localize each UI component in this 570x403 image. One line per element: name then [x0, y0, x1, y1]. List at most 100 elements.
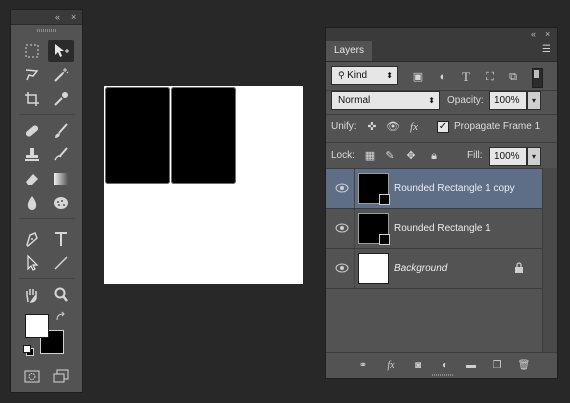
- type-filter-icon[interactable]: T: [459, 70, 473, 84]
- smart-object-filter-icon[interactable]: ⧉: [506, 70, 520, 84]
- stamp-icon: [25, 148, 39, 161]
- fill-input[interactable]: 100%: [489, 147, 527, 166]
- brush-tool[interactable]: [48, 120, 74, 142]
- close-button[interactable]: ×: [71, 11, 76, 23]
- lock-transparency-icon[interactable]: ▦: [363, 149, 377, 163]
- lock-pixels-icon[interactable]: ✎: [383, 149, 397, 163]
- pen-tool[interactable]: [19, 228, 45, 250]
- arrow-icon: [27, 254, 39, 271]
- eyedropper-icon: [54, 92, 68, 106]
- layer-row[interactable]: Background: [326, 249, 544, 289]
- layer-divider: [354, 169, 355, 208]
- unify-style-icon[interactable]: fx: [407, 120, 421, 134]
- divider: [326, 114, 557, 115]
- magic-wand-tool[interactable]: [48, 64, 74, 86]
- swap-colors-icon[interactable]: [55, 311, 67, 323]
- eye-icon[interactable]: [335, 182, 349, 194]
- marquee-tool[interactable]: [19, 40, 45, 62]
- opacity-input[interactable]: 100%: [489, 91, 527, 110]
- crop-tool[interactable]: [19, 88, 45, 110]
- link-layers-icon[interactable]: ⚭: [356, 359, 370, 373]
- rounded-rectangle-1[interactable]: [105, 87, 170, 184]
- adjustment-filter-icon[interactable]: ◐: [436, 70, 450, 84]
- healing-brush-tool[interactable]: [19, 120, 45, 142]
- filter-kind-label: Kind: [347, 70, 368, 81]
- layer-row[interactable]: Rounded Rectangle 1: [326, 209, 544, 249]
- default-colors-icon[interactable]: [23, 345, 34, 356]
- add-mask-icon[interactable]: ◙: [411, 359, 425, 373]
- new-adjustment-icon[interactable]: ◐: [438, 359, 452, 373]
- path-selection-tool[interactable]: [19, 252, 45, 274]
- image-filter-icon[interactable]: ▣: [411, 70, 425, 84]
- fill-label: Fill:: [467, 150, 483, 161]
- tools-divider: [19, 218, 75, 219]
- chevron-updown-icon: ⬍: [386, 71, 393, 80]
- panel-grip[interactable]: [37, 29, 57, 32]
- layers-scrollbar[interactable]: [542, 168, 557, 353]
- vector-mask-badge-icon: [379, 194, 390, 205]
- move-tool[interactable]: [48, 40, 74, 62]
- line-tool[interactable]: [48, 252, 74, 274]
- propagate-checkbox[interactable]: ✓: [437, 121, 449, 133]
- layer-thumbnail[interactable]: [358, 253, 389, 284]
- panel-menu-icon[interactable]: ☰: [540, 44, 553, 56]
- blend-mode-select[interactable]: Normal ⬍: [331, 91, 440, 110]
- tools-panel-titlebar[interactable]: « ×: [11, 10, 82, 25]
- bandage-icon: [25, 125, 39, 137]
- unify-visibility-icon[interactable]: 👁: [386, 120, 400, 134]
- lock-all-icon[interactable]: 🔒︎: [427, 149, 441, 163]
- filter-kind-select[interactable]: ⚲ Kind ⬍: [331, 66, 398, 85]
- layer-name[interactable]: Rounded Rectangle 1: [394, 209, 491, 249]
- collapse-button[interactable]: «: [55, 11, 60, 23]
- lasso-tool[interactable]: [19, 64, 45, 86]
- eyedropper-tool[interactable]: [48, 88, 74, 110]
- marquee-icon: [25, 44, 39, 58]
- opacity-label: Opacity:: [447, 95, 484, 106]
- hand-icon: [26, 289, 37, 303]
- layer-thumbnail[interactable]: [358, 173, 390, 205]
- eraser-tool[interactable]: [19, 168, 45, 190]
- layers-panel-titlebar[interactable]: « ×: [326, 28, 557, 41]
- rounded-rectangle-1-copy[interactable]: [171, 87, 236, 184]
- lasso-icon: [25, 69, 39, 81]
- lock-position-icon[interactable]: ✥: [404, 149, 418, 163]
- chevron-updown-icon: ⬍: [428, 96, 435, 105]
- magnifier-icon: [54, 287, 68, 302]
- foreground-color-swatch[interactable]: [25, 314, 49, 338]
- layer-row[interactable]: Rounded Rectangle 1 copy: [326, 169, 544, 209]
- eye-icon[interactable]: [335, 262, 349, 274]
- hand-tool[interactable]: [19, 284, 45, 306]
- blur-tool[interactable]: [19, 192, 45, 214]
- new-layer-icon[interactable]: ❐: [490, 359, 504, 373]
- unify-label: Unify:: [331, 121, 357, 132]
- close-button[interactable]: ×: [545, 28, 550, 41]
- screen-mode-icon: [53, 369, 69, 383]
- collapse-button[interactable]: «: [531, 28, 536, 41]
- shape-filter-icon[interactable]: ⛶: [483, 70, 497, 84]
- move-icon: [55, 44, 69, 57]
- screen-mode-button[interactable]: [48, 365, 74, 387]
- panel-grip[interactable]: [432, 374, 454, 376]
- fill-dropdown-button[interactable]: ▾: [527, 147, 541, 166]
- filter-row: ⚲ Kind ⬍ ▣ ◐ T ⛶ ⧉: [326, 62, 557, 90]
- quick-mask-button[interactable]: [19, 365, 45, 387]
- clone-stamp-tool[interactable]: [19, 144, 45, 166]
- layer-thumbnail[interactable]: [358, 213, 390, 245]
- unify-position-icon[interactable]: ✜: [365, 120, 379, 134]
- fx-icon[interactable]: fx: [384, 359, 398, 373]
- trash-icon[interactable]: 🗑︎: [517, 359, 531, 373]
- sponge-tool[interactable]: [48, 192, 74, 214]
- tab-layers[interactable]: Layers: [326, 41, 373, 61]
- filter-toggle-switch[interactable]: [532, 68, 543, 88]
- history-brush-tool[interactable]: [48, 144, 74, 166]
- type-tool[interactable]: [48, 228, 74, 250]
- layer-name[interactable]: Rounded Rectangle 1 copy: [394, 169, 515, 209]
- document-canvas[interactable]: [104, 86, 303, 284]
- opacity-dropdown-button[interactable]: ▾: [527, 91, 541, 110]
- propagate-label: Propagate Frame 1: [454, 121, 541, 132]
- layer-name[interactable]: Background: [394, 249, 447, 289]
- eye-icon[interactable]: [335, 222, 349, 234]
- zoom-tool[interactable]: [48, 284, 74, 306]
- new-group-icon[interactable]: ▬: [464, 359, 478, 373]
- gradient-tool[interactable]: [48, 168, 74, 190]
